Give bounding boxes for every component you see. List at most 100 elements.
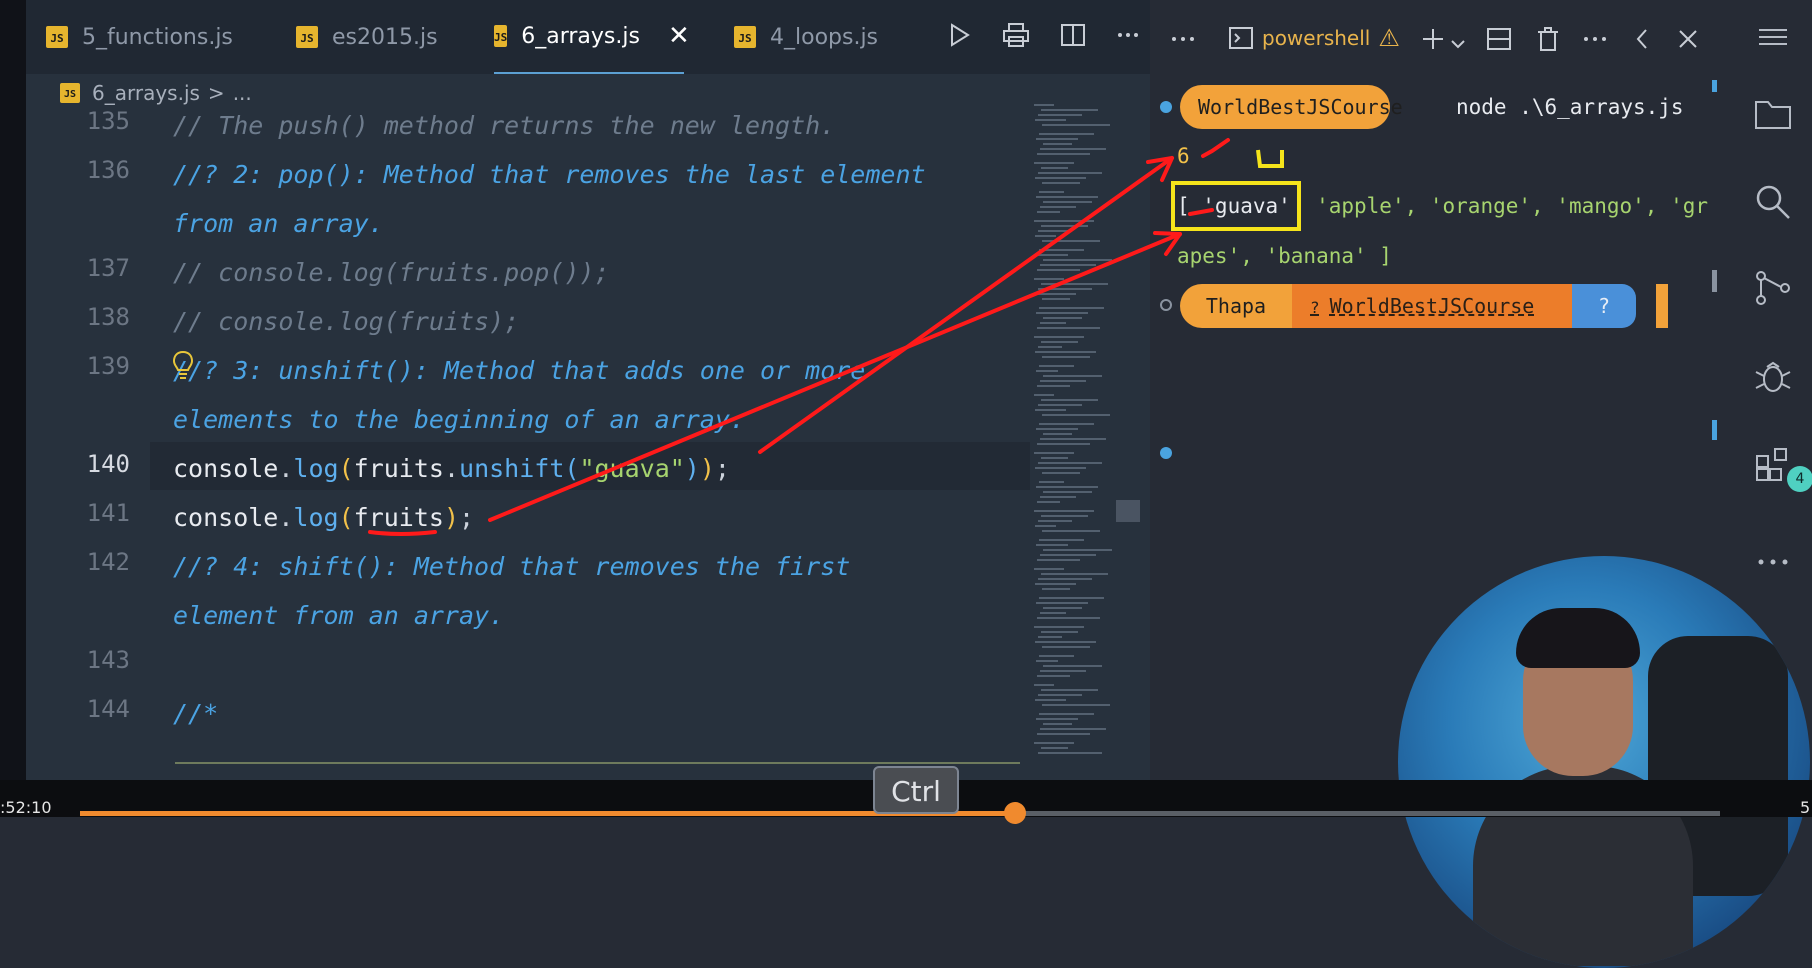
minimap[interactable] bbox=[1034, 104, 1114, 764]
minimap-line bbox=[1036, 660, 1058, 662]
lightbulb-icon[interactable] bbox=[172, 350, 194, 384]
line-number: 138 bbox=[86, 303, 130, 331]
minimap-line bbox=[1035, 177, 1086, 179]
tab-4-loops[interactable]: JS 4_loops.js bbox=[734, 0, 878, 74]
trash-icon[interactable] bbox=[1536, 26, 1560, 58]
minimap-line bbox=[1041, 457, 1068, 459]
prompt-dir-text: WorldBestJSCourse bbox=[1329, 294, 1535, 318]
minimap-line bbox=[1041, 283, 1108, 285]
print-icon[interactable] bbox=[1002, 22, 1030, 55]
minimap-line bbox=[1041, 341, 1078, 343]
minimap-scroll-marker[interactable] bbox=[1116, 500, 1140, 522]
code-line[interactable]: // console.log(fruits.pop()); bbox=[173, 249, 610, 297]
more-icon[interactable] bbox=[1582, 26, 1608, 58]
minimap-line bbox=[1041, 515, 1088, 517]
minimap-line bbox=[1037, 733, 1090, 735]
editor-pane: JS 5_functions.js JS es2015.js JS 6_arra… bbox=[0, 0, 1150, 780]
code-line[interactable]: //? 4: shift(): Method that removes the … bbox=[173, 543, 850, 591]
line-number: 142 bbox=[86, 548, 130, 576]
minimap-line bbox=[1042, 646, 1090, 648]
terminal-output-line: [ 'guava' 'apple', 'orange', 'mango', 'g… bbox=[1177, 185, 1708, 227]
more-icon[interactable] bbox=[1170, 26, 1196, 58]
split-icon[interactable] bbox=[1060, 22, 1086, 55]
terminal-scroll-mark bbox=[1712, 420, 1717, 440]
tab-5-functions[interactable]: JS 5_functions.js bbox=[46, 0, 233, 74]
minimap-line bbox=[1034, 104, 1054, 106]
minimap-line bbox=[1036, 544, 1068, 546]
webcam-overlay bbox=[1398, 556, 1810, 968]
terminal-scrollbar[interactable] bbox=[1712, 270, 1717, 292]
minimap-line bbox=[1041, 631, 1078, 633]
terminal-toolbar: powershell ⚠ bbox=[1150, 0, 1735, 80]
chevron-down-icon[interactable] bbox=[1450, 30, 1466, 58]
source-control-icon[interactable] bbox=[1753, 268, 1793, 308]
code-line[interactable]: // The push() method returns the new len… bbox=[173, 102, 835, 150]
code-line[interactable]: //? 2: pop(): Method that removes the la… bbox=[173, 151, 926, 199]
minimap-line bbox=[1038, 462, 1102, 464]
minimap-line bbox=[1037, 211, 1060, 213]
minimap-line bbox=[1034, 626, 1084, 628]
line-number: 141 bbox=[86, 499, 130, 527]
chevron-left-icon[interactable] bbox=[1632, 26, 1652, 58]
code-line[interactable]: //? 3: unshift(): Method that adds one o… bbox=[173, 347, 865, 395]
minimap-line bbox=[1040, 206, 1076, 208]
minimap-line bbox=[1038, 114, 1082, 116]
code-line[interactable]: element from an array. bbox=[173, 592, 504, 640]
tab-es2015[interactable]: JS es2015.js bbox=[296, 0, 438, 74]
minimap-line bbox=[1037, 617, 1100, 619]
minimap-line bbox=[1039, 249, 1084, 251]
minimap-line bbox=[1041, 573, 1108, 575]
terminal-output-line: apes', 'banana' ] bbox=[1177, 244, 1392, 268]
terminal-select[interactable]: powershell ⚠ bbox=[1228, 24, 1400, 52]
menu-icon[interactable] bbox=[1753, 22, 1793, 62]
code-token: fruits bbox=[353, 454, 444, 483]
prompt-dir-segment: WorldBestJSCourse bbox=[1180, 85, 1403, 129]
minimap-line bbox=[1043, 259, 1112, 261]
code-line[interactable]: elements to the beginning of an array. bbox=[173, 396, 745, 444]
layout-icon[interactable] bbox=[1486, 26, 1512, 58]
video-scrubber[interactable] bbox=[1003, 802, 1026, 824]
minimap-line bbox=[1037, 269, 1080, 271]
editor-bottom-border bbox=[175, 762, 1020, 764]
minimap-line bbox=[1040, 554, 1096, 556]
code-token: ( bbox=[564, 454, 580, 483]
minimap-line bbox=[1034, 510, 1094, 512]
minimap-line bbox=[1034, 336, 1084, 338]
close-icon[interactable]: ✕ bbox=[668, 21, 690, 51]
run-icon[interactable] bbox=[948, 22, 972, 55]
js-file-icon: JS bbox=[46, 26, 68, 48]
search-icon[interactable] bbox=[1753, 182, 1793, 222]
terminal-icon bbox=[1229, 27, 1253, 49]
minimap-line bbox=[1035, 351, 1096, 353]
line-number: 139 bbox=[86, 352, 130, 380]
minimap-line bbox=[1040, 264, 1096, 266]
code-line[interactable]: // console.log(fruits); bbox=[173, 298, 519, 346]
minimap-line bbox=[1038, 172, 1102, 174]
minimap-line bbox=[1043, 723, 1072, 725]
presenter-hair bbox=[1516, 608, 1640, 668]
code-token: fruits bbox=[353, 503, 444, 532]
plus-icon[interactable] bbox=[1420, 26, 1446, 58]
more-icon[interactable] bbox=[1753, 540, 1793, 580]
code-line[interactable]: from an array. bbox=[173, 200, 384, 248]
code-line-141[interactable]: console.log(fruits); bbox=[173, 494, 474, 542]
minimap-line bbox=[1035, 409, 1066, 411]
minimap-line bbox=[1038, 636, 1062, 638]
tab-6-arrays[interactable]: JS 6_arrays.js ✕ bbox=[494, 0, 690, 74]
close-icon[interactable] bbox=[1676, 26, 1700, 58]
line-number: 135 bbox=[86, 107, 130, 135]
files-icon[interactable] bbox=[1753, 96, 1793, 136]
more-icon[interactable] bbox=[1116, 22, 1140, 55]
video-end-time: 5 bbox=[1800, 798, 1811, 817]
debug-icon[interactable] bbox=[1753, 356, 1793, 396]
minimap-line bbox=[1043, 665, 1102, 667]
video-current-time: :52:10 bbox=[0, 798, 52, 817]
code-token: . bbox=[278, 454, 294, 483]
minimap-line bbox=[1036, 428, 1078, 430]
minimap-line bbox=[1037, 443, 1090, 445]
minimap-line bbox=[1034, 220, 1094, 222]
code-line-140[interactable]: console.log(fruits.unshift("guava")); bbox=[173, 445, 730, 493]
minimap-line bbox=[1034, 742, 1074, 744]
minimap-line bbox=[1037, 327, 1100, 329]
code-line[interactable]: //* bbox=[173, 690, 218, 738]
